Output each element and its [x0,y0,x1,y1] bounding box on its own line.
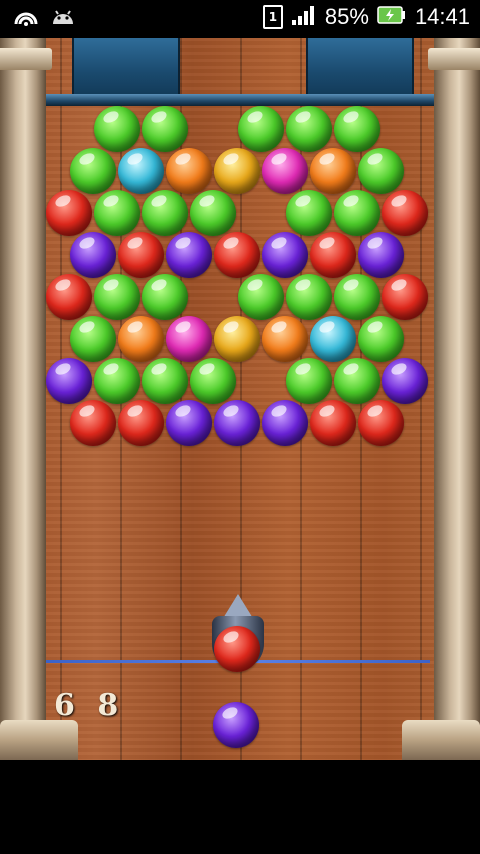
bubble-green [286,274,332,320]
bubble-green [142,274,188,320]
battery-percent: 85% [324,4,369,29]
bubble-red [46,274,92,320]
bubble-green [142,190,188,236]
bubble-yellow [214,316,260,362]
bubble-purple [262,400,308,446]
bubble-purple [358,232,404,278]
bubble-cyan [310,316,356,362]
bubble-red [310,400,356,446]
bubble-green [286,106,332,152]
bubble-purple [70,232,116,278]
current-bubble[interactable] [214,626,260,672]
bubble-orange [166,148,212,194]
right-pillar-base [402,720,480,760]
bubble-green [238,274,284,320]
bubble-red [310,232,356,278]
clock: 14:41 [414,4,470,29]
bubble-green [334,106,380,152]
bubble-red [214,232,260,278]
bubble-green [334,190,380,236]
bubble-purple [214,400,260,446]
bubble-orange [118,316,164,362]
bubble-green [142,106,188,152]
bubble-orange [262,316,308,362]
bubble-pink [166,316,212,362]
bubble-orange [310,148,356,194]
bubble-green [94,190,140,236]
game-board[interactable]: 6 8 [0,38,480,760]
bubble-red [118,232,164,278]
bubble-purple [166,232,212,278]
bubble-purple [166,400,212,446]
bubble-red [118,400,164,446]
bubble-green [190,358,236,404]
bubble-green [286,190,332,236]
nfc-icon [12,6,40,32]
bubble-green [238,106,284,152]
score: 6 8 [54,688,125,723]
bubble-red [46,190,92,236]
bubble-green [94,358,140,404]
next-bubble[interactable] [213,702,259,748]
bubble-purple [382,358,428,404]
bottom-black-area [0,760,480,854]
bubble-red [358,400,404,446]
bubble-green [334,274,380,320]
bubble-green [286,358,332,404]
bubble-red [382,190,428,236]
android-icon [50,6,76,32]
sim-icon: 1 [262,5,283,29]
bubble-green [70,316,116,362]
bubble-purple [262,232,308,278]
bubble-pink [262,148,308,194]
bubble-green [190,190,236,236]
bubble-cyan [118,148,164,194]
bubble-green [358,316,404,362]
left-pillar-base [0,720,78,760]
battery-charging-icon [377,5,407,29]
signal-icon [291,4,317,30]
bubble-green [94,274,140,320]
bubble-green [334,358,380,404]
bubble-green [358,148,404,194]
bubble-green [70,148,116,194]
status-bar: 1 85% 14:41 [0,0,480,38]
bubble-green [94,106,140,152]
bubble-green [142,358,188,404]
bubble-yellow [214,148,260,194]
bubble-red [382,274,428,320]
bubble-purple [46,358,92,404]
bubble-red [70,400,116,446]
